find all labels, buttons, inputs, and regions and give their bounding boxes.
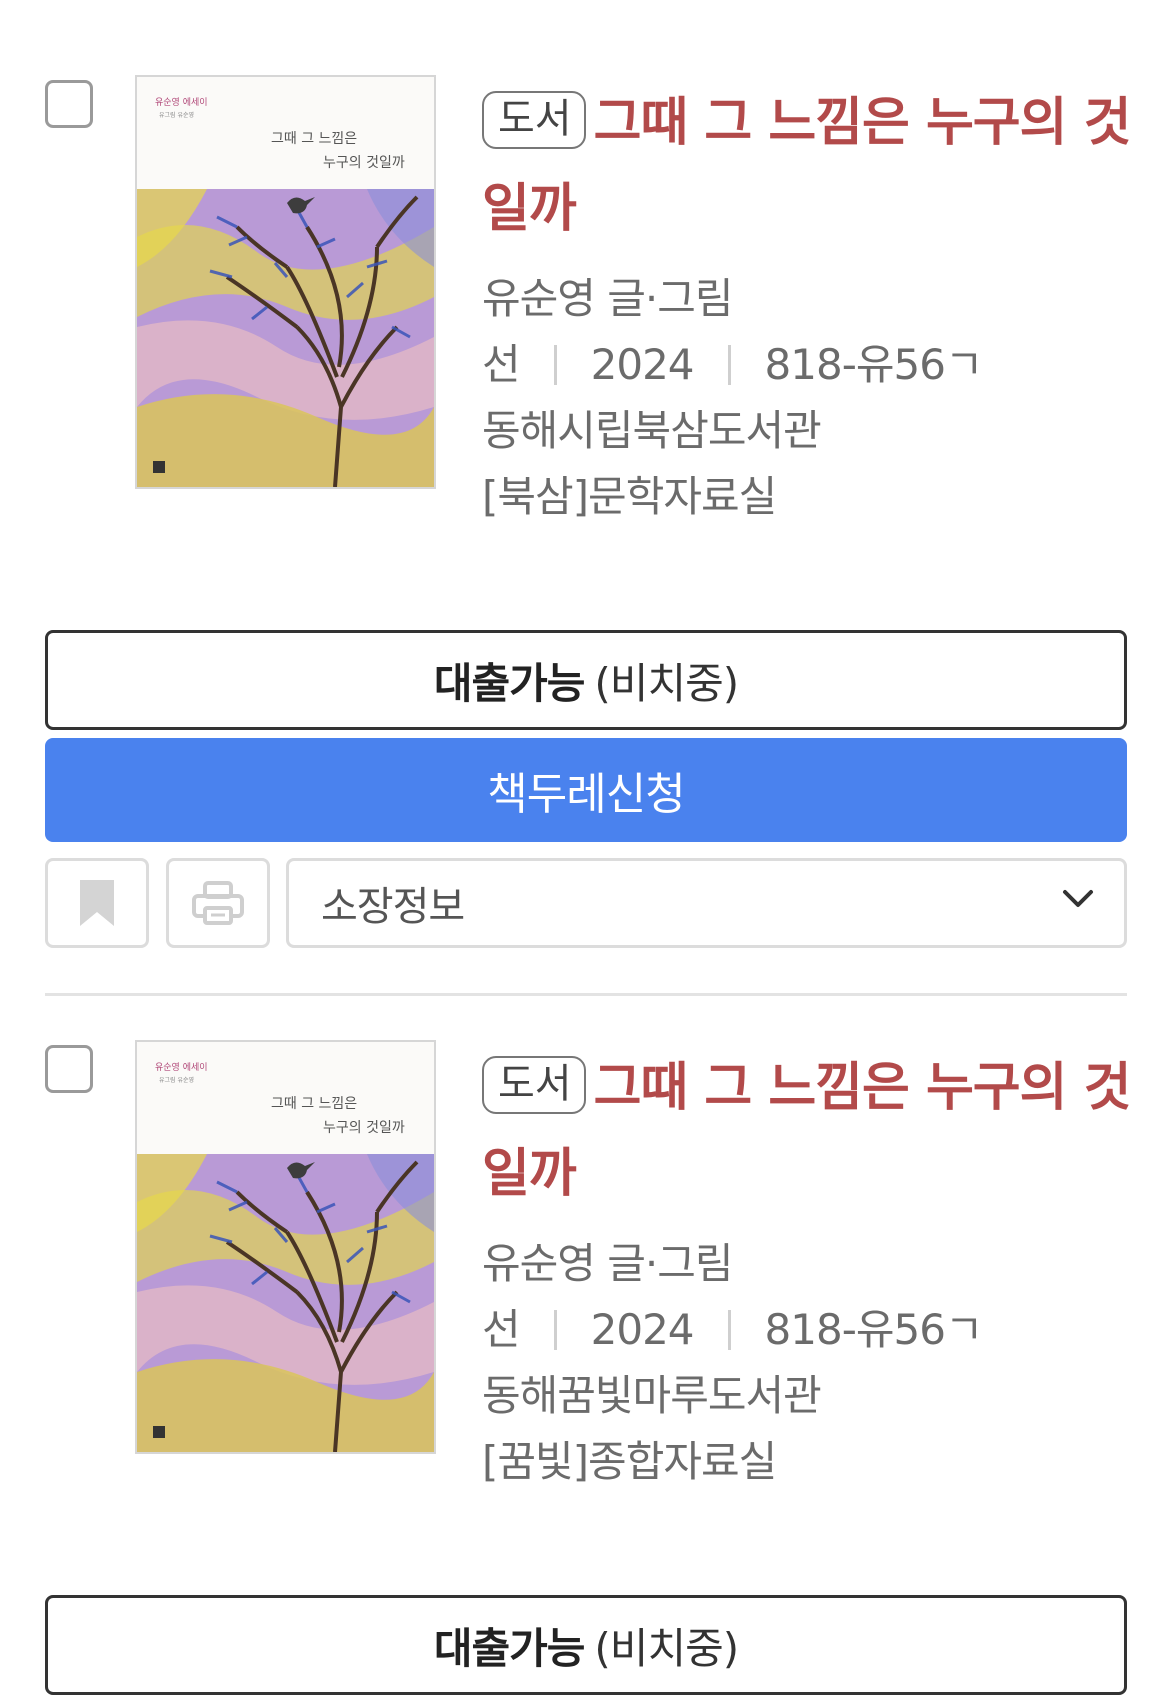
- availability-button[interactable]: 대출가능 (비치중): [45, 1595, 1127, 1695]
- book-pub-row: 선 2024 818-유56ㄱ: [482, 332, 1132, 398]
- cover-title-line1: 그때 그 느낌은: [271, 131, 357, 147]
- book-cover-image[interactable]: 유순영 에세이 유그림 유순영 그때 그 느낌은 누구의 것일까: [135, 1040, 436, 1454]
- bookmark-button[interactable]: [45, 858, 149, 948]
- bookmark-icon: [80, 880, 114, 926]
- availability-note: (비치중): [594, 1623, 739, 1673]
- availability-button[interactable]: 대출가능 (비치중): [45, 630, 1127, 730]
- book-pub-row: 선 2024 818-유56ㄱ: [482, 1297, 1132, 1363]
- cover-small-text: 유그림 유순영: [159, 1076, 194, 1084]
- book-publisher: 선: [482, 1305, 521, 1354]
- print-button[interactable]: [166, 858, 270, 948]
- holdings-info-select[interactable]: 소장정보: [286, 858, 1127, 948]
- cover-title-line1: 그때 그 느낌은: [271, 1096, 357, 1112]
- book-year: 2024: [590, 340, 695, 389]
- material-type-badge: 도서: [482, 1056, 586, 1114]
- chevron-down-icon: [1063, 890, 1093, 907]
- result-divider: [45, 993, 1127, 996]
- book-year: 2024: [590, 1305, 695, 1354]
- divider: [727, 1310, 731, 1350]
- book-library: 동해꿈빛마루도서관: [482, 1371, 822, 1420]
- divider: [553, 1310, 557, 1350]
- book-call-number: 818-유56ㄱ: [764, 1305, 984, 1354]
- cover-title-line2: 누구의 것일까: [323, 1120, 405, 1136]
- cover-title-line2: 누구의 것일까: [323, 155, 405, 171]
- cover-series-text: 유순영 에세이: [155, 97, 208, 108]
- book-info: 도서 그때 그 느낌은 누구의 것일까 유순영 글·그림 선 2024 818-유…: [482, 1045, 1132, 1495]
- book-cover-image[interactable]: 유순영 에세이 유그림 유순영 그때 그 느낌은 누구의 것일까: [135, 75, 436, 489]
- book-library: 동해시립북삼도서관: [482, 406, 822, 455]
- availability-note: (비치중): [594, 658, 739, 708]
- availability-label: 대출가능: [433, 1623, 586, 1673]
- material-type-badge: 도서: [482, 91, 586, 149]
- print-icon: [192, 881, 244, 925]
- reserve-button[interactable]: 책두레신청: [45, 738, 1127, 842]
- holdings-select-label: 소장정보: [321, 884, 465, 930]
- book-publisher: 선: [482, 340, 521, 389]
- book-info: 도서 그때 그 느낌은 누구의 것일까 유순영 글·그림 선 2024 818-유…: [482, 80, 1132, 530]
- book-call-number: 818-유56ㄱ: [764, 340, 984, 389]
- book-author: 유순영 글·그림: [482, 1239, 734, 1288]
- availability-label: 대출가능: [433, 658, 586, 708]
- book-title-row[interactable]: 도서 그때 그 느낌은 누구의 것일까: [482, 80, 1132, 252]
- select-checkbox[interactable]: [45, 1045, 93, 1093]
- item-toolbar: 소장정보: [45, 858, 1127, 948]
- book-title-row[interactable]: 도서 그때 그 느낌은 누구의 것일까: [482, 1045, 1132, 1217]
- select-checkbox[interactable]: [45, 80, 93, 128]
- divider: [553, 345, 557, 385]
- divider: [727, 345, 731, 385]
- cover-series-text: 유순영 에세이: [155, 1062, 208, 1073]
- book-location: [북삼]문학자료실: [482, 472, 777, 521]
- cover-small-text: 유그림 유순영: [159, 111, 194, 119]
- book-author: 유순영 글·그림: [482, 274, 734, 323]
- book-location: [꿈빛]종합자료실: [482, 1437, 777, 1486]
